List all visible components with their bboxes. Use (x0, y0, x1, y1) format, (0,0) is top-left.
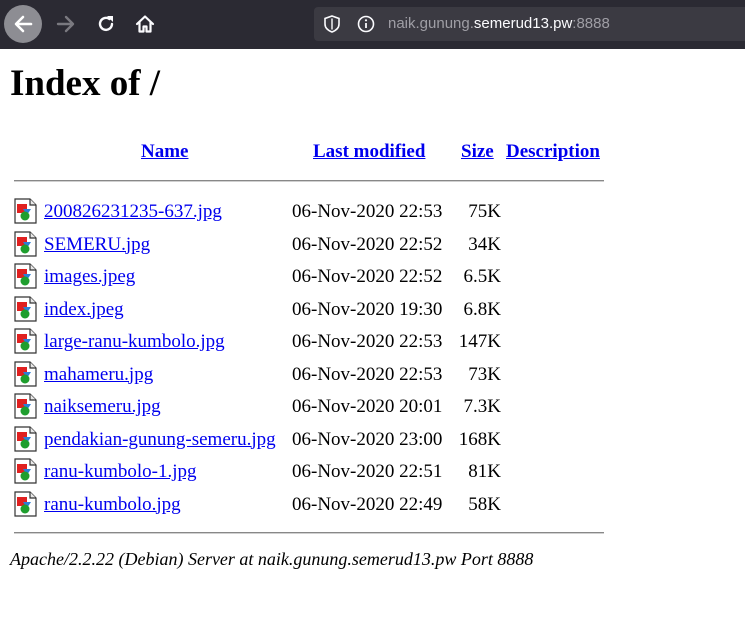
url-port: :8888 (572, 15, 610, 32)
file-link[interactable]: mahameru.jpg (44, 364, 153, 385)
image-file-icon (14, 458, 37, 484)
server-signature: Apache/2.2.22 (Debian) Server at naik.gu… (10, 549, 534, 569)
url-text[interactable]: naik.gunung.semerud13.pw:8888 (388, 7, 610, 41)
file-size: 58K (468, 493, 501, 515)
file-row: mahameru.jpg 06-Nov-2020 22:53 73K (0, 359, 745, 391)
image-file-icon (14, 230, 37, 257)
image-file-icon (14, 425, 37, 452)
file-size: 7.3K (463, 396, 501, 417)
file-size: 73K (468, 363, 501, 385)
file-row: index.jpeg 06-Nov-2020 19:30 6.8K (0, 294, 745, 326)
image-file-icon (14, 393, 37, 419)
sort-by-modified-link[interactable]: Last modified (313, 141, 425, 162)
file-link[interactable]: index.jpeg (44, 299, 124, 320)
file-row: ranu-kumbolo-1.jpg 06-Nov-2020 22:51 81K (0, 456, 745, 488)
file-link[interactable]: ranu-kumbolo.jpg (44, 494, 181, 515)
file-modified-date: 06-Nov-2020 22:53 (292, 331, 443, 352)
image-file-icon (14, 360, 37, 387)
file-row: naiksemeru.jpg 06-Nov-2020 20:01 7.3K (0, 391, 745, 423)
footer-divider (14, 532, 604, 534)
file-modified-date: 06-Nov-2020 19:30 (292, 298, 443, 320)
file-modified-date: 06-Nov-2020 22:51 (292, 461, 443, 482)
image-file-icon (14, 490, 37, 517)
back-arrow-icon (14, 15, 33, 33)
file-size: 75K (468, 201, 501, 222)
forward-arrow-icon (56, 15, 75, 33)
file-size: 168K (458, 428, 501, 450)
file-row: large-ranu-kumbolo.jpg 06-Nov-2020 22:53 1… (0, 326, 745, 358)
forward-button[interactable] (47, 5, 85, 43)
page-title: Index of / (10, 63, 161, 104)
file-size: 6.8K (463, 298, 501, 320)
column-header-description[interactable]: Description (506, 140, 600, 164)
file-link[interactable]: pendakian-gunung-semeru.jpg (44, 429, 276, 450)
browser-toolbar: naik.gunung.semerud13.pw:8888 (0, 0, 745, 49)
file-modified-date: 06-Nov-2020 22:53 (292, 363, 443, 385)
url-host: semerud13.pw (473, 15, 573, 32)
shield-icon[interactable] (322, 14, 342, 34)
reload-icon (98, 16, 114, 32)
home-button[interactable] (126, 5, 164, 43)
file-link[interactable]: ranu-kumbolo-1.jpg (44, 461, 197, 482)
file-modified-date: 06-Nov-2020 22:49 (292, 493, 443, 515)
back-button[interactable] (4, 5, 42, 43)
url-prefix: naik.gunung. (388, 15, 474, 32)
file-link[interactable]: 200826231235-637.jpg (44, 201, 222, 222)
info-icon[interactable] (356, 14, 376, 34)
file-row: pendakian-gunung-semeru.jpg 06-Nov-2020 2… (0, 424, 745, 456)
image-file-icon (14, 295, 37, 322)
column-header-size[interactable]: Size (461, 140, 494, 164)
sort-by-size-link[interactable]: Size (461, 141, 494, 162)
file-link[interactable]: large-ranu-kumbolo.jpg (44, 331, 225, 352)
image-file-icon (14, 328, 37, 354)
file-size: 147K (458, 331, 501, 352)
file-modified-date: 06-Nov-2020 22:53 (292, 201, 443, 222)
sort-by-name-link[interactable]: Name (141, 141, 188, 162)
file-row: SEMERU.jpg 06-Nov-2020 22:52 34K (0, 229, 745, 261)
image-file-icon (14, 263, 37, 289)
reload-button[interactable] (87, 5, 125, 43)
file-modified-date: 06-Nov-2020 20:01 (292, 396, 443, 417)
file-modified-date: 06-Nov-2020 22:52 (292, 233, 443, 255)
column-header-last-modified[interactable]: Last modified (313, 140, 425, 164)
file-size: 34K (468, 233, 501, 255)
column-header-name[interactable]: Name (141, 140, 188, 164)
file-link[interactable]: SEMERU.jpg (44, 234, 150, 255)
file-row: ranu-kumbolo.jpg 06-Nov-2020 22:49 58K (0, 489, 745, 521)
file-link[interactable]: images.jpeg (44, 266, 135, 287)
header-divider (14, 180, 604, 182)
file-link[interactable]: naiksemeru.jpg (44, 396, 161, 417)
file-size: 6.5K (463, 266, 501, 287)
sort-by-description-link[interactable]: Description (506, 141, 600, 162)
address-bar[interactable]: naik.gunung.semerud13.pw:8888 (314, 7, 745, 41)
file-row: 200826231235-637.jpg 06-Nov-2020 22:53 75K (0, 196, 745, 228)
file-modified-date: 06-Nov-2020 22:52 (292, 266, 443, 287)
file-size: 81K (468, 461, 501, 482)
file-modified-date: 06-Nov-2020 23:00 (292, 428, 443, 450)
home-icon (135, 15, 155, 33)
image-file-icon (14, 198, 37, 224)
file-row: images.jpeg 06-Nov-2020 22:52 6.5K (0, 261, 745, 293)
